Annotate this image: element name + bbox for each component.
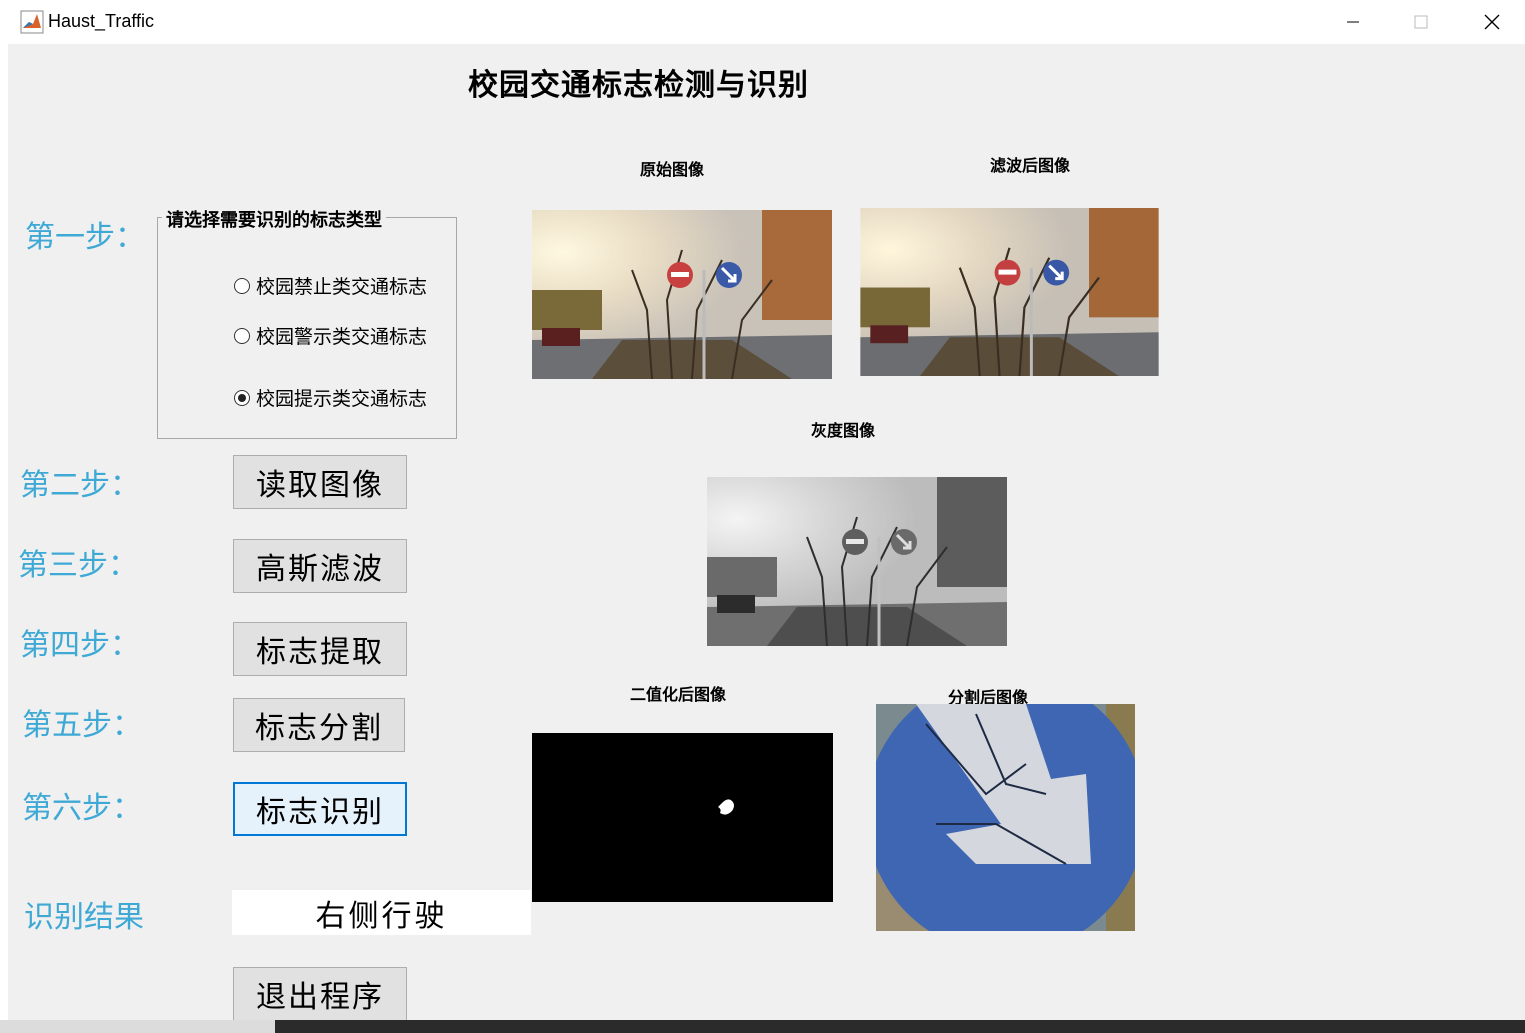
sign-type-panel-title: 请选择需要识别的标志类型 [162, 206, 386, 232]
step5-label: 第五步： [22, 708, 142, 743]
maximize-button[interactable] [1401, 6, 1441, 38]
minimize-icon [1347, 21, 1359, 23]
result-label: 识别结果 [24, 900, 144, 935]
step6-label: 第六步： [22, 791, 142, 826]
page-title: 校园交通标志检测与识别 [468, 68, 809, 103]
taskbar [275, 1020, 1525, 1033]
step1-label: 第一步： [25, 220, 145, 255]
gray-image [707, 477, 1007, 646]
maximize-icon [1414, 15, 1428, 29]
step4-label: 第四步： [20, 628, 140, 663]
radio-unchecked-icon [234, 327, 250, 344]
read-image-button[interactable]: 读取图像 [233, 455, 407, 509]
gray-image-label: 灰度图像 [811, 421, 876, 440]
radio-unchecked-icon [234, 277, 250, 294]
step2-label: 第二步： [20, 468, 140, 503]
sign-segment-button[interactable]: 标志分割 [233, 698, 405, 752]
sign-extract-button[interactable]: 标志提取 [233, 622, 407, 676]
filtered-image [860, 208, 1159, 376]
gaussian-filter-button[interactable]: 高斯滤波 [233, 539, 407, 593]
sign-recognize-button[interactable]: 标志识别 [233, 782, 407, 836]
original-image [532, 210, 832, 379]
radio-warning-signs[interactable]: 校园警示类交通标志 [234, 322, 427, 349]
window-title: Haust_Traffic [48, 11, 155, 31]
radio-indication-signs[interactable]: 校园提示类交通标志 [234, 384, 427, 411]
close-button[interactable] [1472, 6, 1512, 38]
step3-label: 第三步： [18, 548, 138, 583]
binary-image [532, 733, 833, 902]
radio-label: 校园提示类交通标志 [256, 388, 428, 410]
filtered-image-label: 滤波后图像 [990, 156, 1071, 175]
radio-checked-icon [234, 389, 250, 406]
title-bar[interactable] [8, 0, 1525, 44]
segmented-image [876, 704, 1135, 931]
taskbar-left [0, 1020, 275, 1033]
result-display: 右侧行驶 [232, 890, 531, 935]
close-icon [1484, 14, 1500, 30]
radio-label: 校园禁止类交通标志 [256, 276, 428, 298]
exit-button[interactable]: 退出程序 [233, 967, 407, 1021]
radio-prohibition-signs[interactable]: 校园禁止类交通标志 [234, 272, 427, 299]
radio-label: 校园警示类交通标志 [256, 326, 428, 348]
minimize-button[interactable] [1333, 6, 1373, 38]
binary-image-label: 二值化后图像 [630, 685, 727, 704]
original-image-label: 原始图像 [640, 160, 705, 179]
matlab-app-icon [20, 10, 44, 34]
